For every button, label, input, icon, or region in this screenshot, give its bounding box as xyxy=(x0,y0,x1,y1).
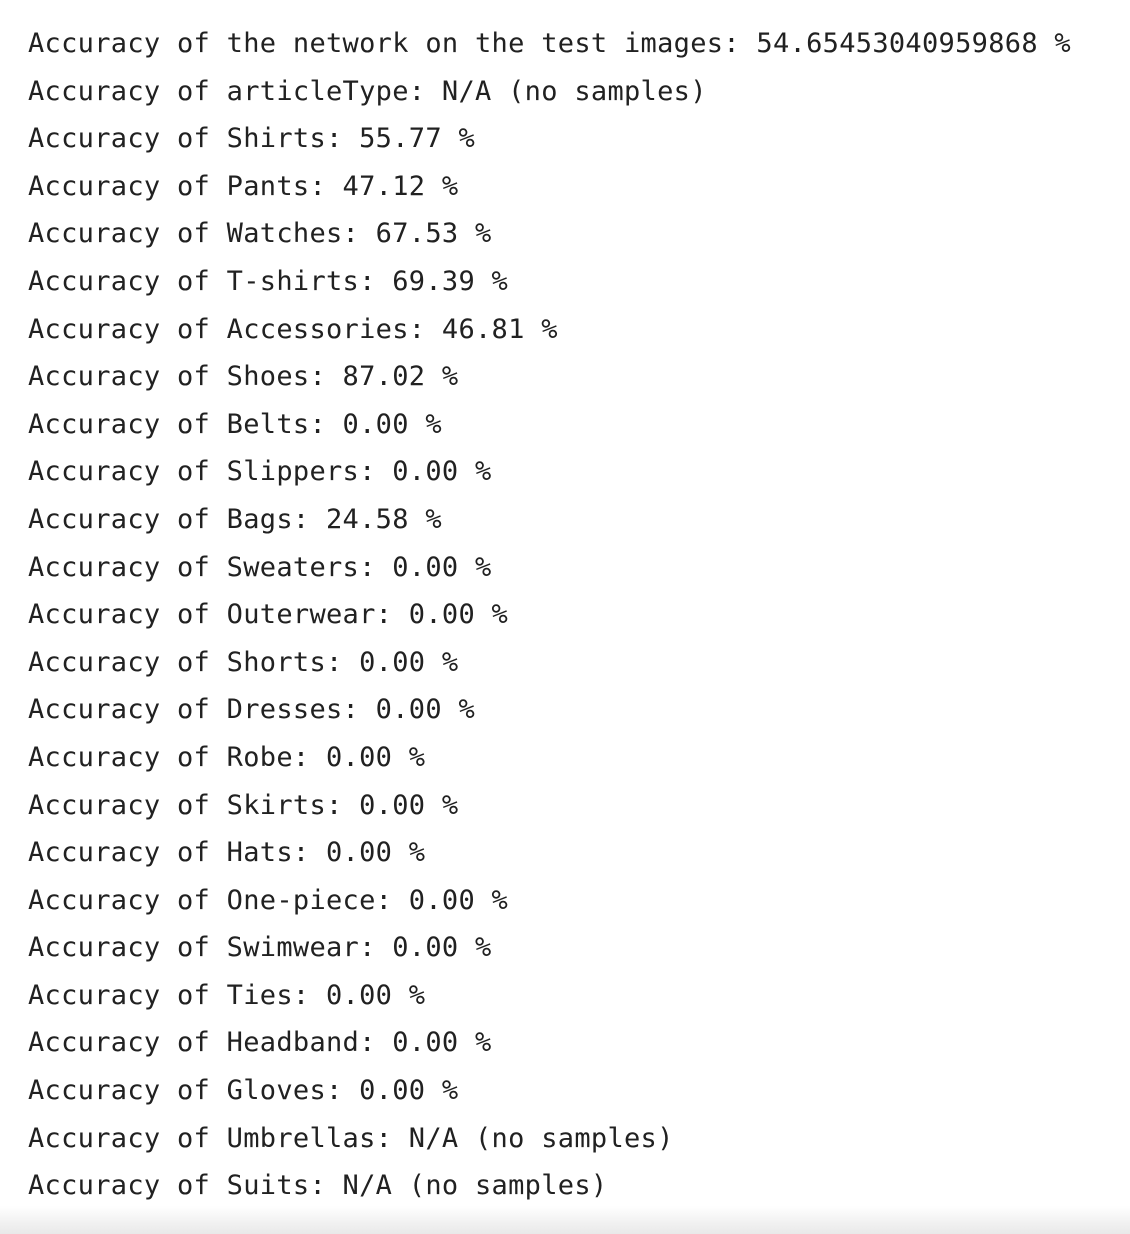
output-line-slippers: Accuracy of Slippers: 0.00 % xyxy=(28,456,492,488)
output-line-articletype: Accuracy of articleType: N/A (no samples… xyxy=(28,75,707,107)
output-line-skirts: Accuracy of Skirts: 0.00 % xyxy=(28,789,459,821)
output-line-belts: Accuracy of Belts: 0.00 % xyxy=(28,408,442,440)
output-line-shoes: Accuracy of Shoes: 87.02 % xyxy=(28,361,459,393)
output-line-swimwear: Accuracy of Swimwear: 0.00 % xyxy=(28,932,492,964)
output-line-dresses: Accuracy of Dresses: 0.00 % xyxy=(28,694,475,726)
output-line-sweaters: Accuracy of Sweaters: 0.00 % xyxy=(28,551,492,583)
output-line-robe: Accuracy of Robe: 0.00 % xyxy=(28,741,426,773)
overall-accuracy-line: Accuracy of the network on the test imag… xyxy=(28,28,1071,59)
output-line-bags: Accuracy of Bags: 24.58 % xyxy=(28,503,442,535)
output-line-shorts: Accuracy of Shorts: 0.00 % xyxy=(28,646,459,678)
output-line-pants: Accuracy of Pants: 47.12 % xyxy=(28,170,459,202)
output-line-accessories: Accuracy of Accessories: 46.81 % xyxy=(28,313,558,345)
output-line-umbrellas: Accuracy of Umbrellas: N/A (no samples) xyxy=(28,1122,674,1154)
output-line-suits: Accuracy of Suits: N/A (no samples) xyxy=(28,1170,608,1202)
output-line-shirts: Accuracy of Shirts: 55.77 % xyxy=(28,123,475,155)
output-line-ties: Accuracy of Ties: 0.00 % xyxy=(28,979,426,1011)
output-line-outerwear: Accuracy of Outerwear: 0.00 % xyxy=(28,599,509,631)
cell-output-area: Accuracy of the network on the test imag… xyxy=(0,0,1130,1234)
output-line-hats: Accuracy of Hats: 0.00 % xyxy=(28,837,426,869)
bottom-shadow-bar xyxy=(0,1206,1130,1234)
output-line-one-piece: Accuracy of One-piece: 0.00 % xyxy=(28,884,509,916)
output-line-tshirts: Accuracy of T-shirts: 69.39 % xyxy=(28,265,509,297)
output-line-headband: Accuracy of Headband: 0.00 % xyxy=(28,1027,492,1059)
output-line-watches: Accuracy of Watches: 67.53 % xyxy=(28,218,492,250)
output-line-gloves: Accuracy of Gloves: 0.00 % xyxy=(28,1075,459,1107)
